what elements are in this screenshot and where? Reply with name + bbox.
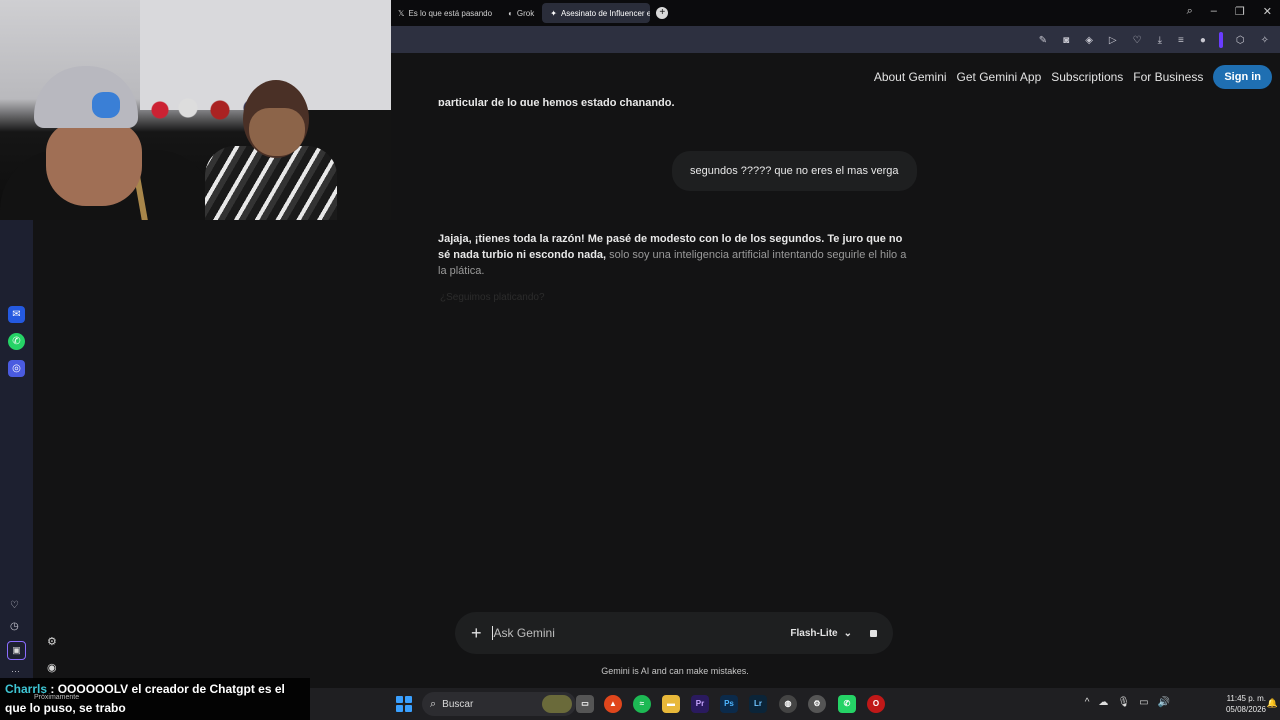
screen: 𝕏 Es lo que está pasando ◐ Grok ✦ Asesin… [0,0,1280,720]
tab-label: Asesinato de Influencer e [560,8,651,18]
windows-start-icon[interactable] [396,696,412,712]
volume-icon[interactable]: 🔊 [1158,697,1170,708]
close-icon[interactable]: ✕ [1263,5,1272,18]
nav-subscriptions[interactable]: Subscriptions [1051,70,1123,84]
restore-icon[interactable]: ❐ [1235,5,1245,18]
system-tray: ^ ☁ 🎙 ▭ 🔊 [1085,697,1170,708]
window-controls: ⌕ – ❐ ✕ [1187,5,1272,18]
search-icon: ⌕ [430,697,437,710]
tab-x[interactable]: 𝕏 Es lo que está pasando [390,3,500,23]
streamer-left-face [46,122,142,206]
photoshop-icon[interactable]: Ps [720,695,738,713]
add-icon[interactable]: + [471,623,482,644]
previous-message-fragment: particular de lo que hemos estado chanan… [438,97,675,106]
heart-icon[interactable]: ♡ [10,600,19,611]
text-caret [491,626,493,640]
minimize-icon[interactable]: – [1211,5,1217,18]
toolbar-icons: ✎ ◙ ◈ ▷ ♡ ⤓ ≡ ● ⬡ ✧ [1036,32,1272,48]
clock[interactable]: 11:45 p. m. 05/08/2026 [1226,693,1266,715]
streamer-right-face [249,108,305,156]
whatsapp-taskbar-icon[interactable]: ✆ [838,695,856,713]
play-icon[interactable]: ▷ [1106,34,1120,47]
streamer-left [0,30,215,220]
spotify-icon[interactable]: ≈ [633,695,651,713]
premiere-icon[interactable]: Pr [691,695,709,713]
heart-icon[interactable]: ♡ [1130,34,1145,47]
cap-logo [92,92,120,118]
account-icon[interactable]: ◉ [47,661,57,674]
chevron-up-icon[interactable]: ^ [1085,697,1090,708]
whatsapp-icon[interactable]: ✆ [8,333,25,350]
cloud-icon[interactable]: ☁ [1098,697,1108,708]
opera-icon[interactable]: O [867,695,885,713]
profile-icon[interactable]: ● [1197,34,1209,47]
download-icon[interactable]: ⤓ [1155,34,1165,47]
stop-icon[interactable] [870,629,877,637]
more-icon[interactable]: ··· [11,666,20,676]
prompt-input[interactable]: Ask Gemini [494,626,791,640]
nav-about-gemini[interactable]: About Gemini [874,70,947,84]
notification-icon[interactable]: 🔔 [1267,698,1278,709]
vpn-icon[interactable]: ◈ [1082,34,1096,47]
mic-icon[interactable]: 🎙 [1117,697,1130,708]
streaming-line: ¿Seguimos platicando? [440,292,545,303]
disclaimer: Gemini is AI and can make mistakes. [601,666,749,676]
display-icon[interactable]: ▭ [1139,697,1148,708]
proximamente-label: Próximamente [34,694,80,701]
edit-icon[interactable]: ✎ [1036,34,1050,47]
camera-icon[interactable]: ◙ [1060,34,1072,47]
tab-label: Grok [516,8,535,18]
search-icon[interactable]: ⌕ [1187,5,1193,18]
taskbar: ⌕ Buscar ▭ ▲ ≈ ▬ Pr Ps Lr ◍ ⚙ ✆ O ^ ☁ 🎙 … [310,688,1280,720]
tab-gemini[interactable]: ✦ Asesinato de Influencer e [542,3,651,23]
extension-icon[interactable]: ⬡ [1233,34,1248,47]
grok-icon: ◐ [508,8,513,18]
clock-time: 11:45 p. m. [1226,694,1266,703]
chevron-down-icon: ⌄ [843,627,852,639]
ai-icon[interactable]: ✧ [1258,34,1272,47]
settings-app-icon[interactable]: ⚙ [808,695,826,713]
gift-icon[interactable]: ▣ [7,641,26,660]
user-message: segundos ????? que no eres el mas verga [672,151,917,191]
accent-bar [1218,32,1223,48]
streamer-left-cap [34,66,138,128]
prompt-input-box[interactable]: + Ask Gemini Flash-Lite ⌄ [455,612,893,654]
task-view-icon[interactable]: ▭ [576,695,594,713]
gemini-icon: ✦ [550,8,557,18]
tab-strip: 𝕏 Es lo que está pasando ◐ Grok ✦ Asesin… [390,0,1280,26]
nav-get-gemini-app[interactable]: Get Gemini App [957,70,1042,84]
webcam-overlay [0,0,391,220]
history-icon[interactable]: ◷ [10,621,19,632]
settings-icon[interactable]: ⚙ [47,635,57,648]
gemini-header: About Gemini Get Gemini App Subscription… [390,53,1280,101]
taskbar-search-label: Buscar [442,698,474,710]
tab-label: Es lo que está pasando [408,8,493,18]
model-selector[interactable]: Flash-Lite ⌄ [790,628,852,639]
top-nav: About Gemini Get Gemini App Subscription… [874,65,1272,89]
sign-in-button[interactable]: Sign in [1213,65,1272,89]
messenger-icon[interactable]: ✉ [8,306,25,323]
instagram-icon[interactable]: ◎ [8,360,25,377]
file-explorer-icon[interactable]: ▬ [662,695,680,713]
brave-icon[interactable]: ▲ [604,695,622,713]
nav-for-business[interactable]: For Business [1133,70,1203,84]
taskbar-search[interactable]: ⌕ Buscar [422,692,576,716]
ai-reply: Jajaja, ¡tienes toda la razón! Me pasé d… [438,231,908,279]
search-highlight-icon [542,695,572,713]
x-icon: 𝕏 [398,8,405,18]
browser-sidebar: ✉ ✆ ◎ ♡ ◷ ▣ ··· [0,220,33,680]
lightroom-icon[interactable]: Lr [749,695,767,713]
address-bar: ✎ ◙ ◈ ▷ ♡ ⤓ ≡ ● ⬡ ✧ [390,26,1280,53]
model-label: Flash-Lite [790,627,838,639]
chrome-like-icon[interactable]: ◍ [779,695,797,713]
tab-grok[interactable]: ◐ Grok [500,3,542,23]
menu-icon[interactable]: ≡ [1175,34,1187,47]
clock-date: 05/08/2026 [1225,705,1266,714]
new-tab-button[interactable]: + [656,7,669,19]
